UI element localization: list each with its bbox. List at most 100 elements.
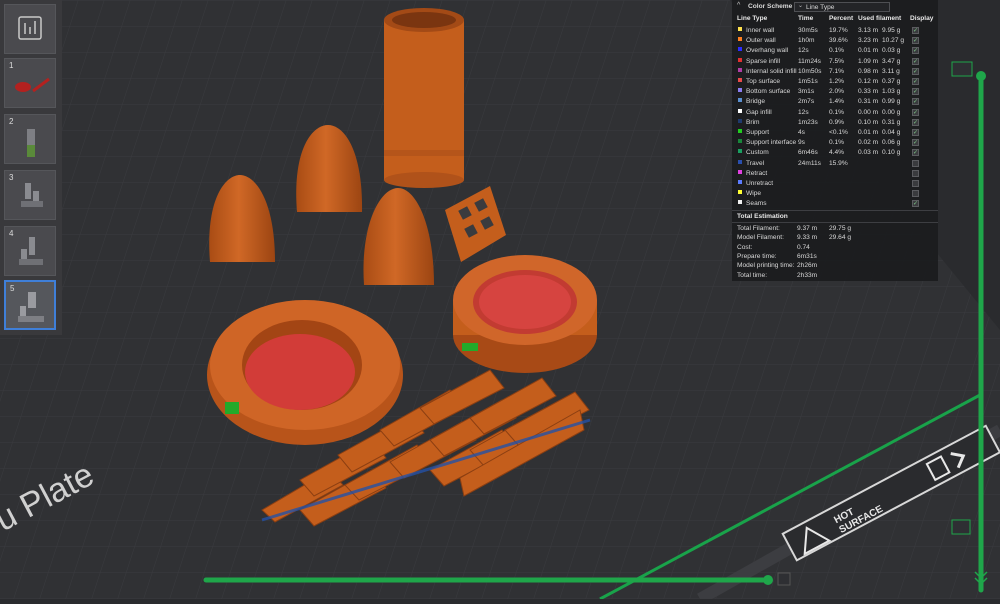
- display-checkbox[interactable]: [912, 169, 919, 177]
- display-checkbox[interactable]: ✓: [912, 47, 919, 55]
- move-slider-end-cap[interactable]: [777, 572, 791, 586]
- color-scheme-dropdown[interactable]: ⌄ Line Type: [794, 2, 890, 12]
- plate-thumbnail-1[interactable]: 1: [4, 58, 56, 108]
- line-type-percent: 7.5%: [829, 57, 845, 65]
- layer-range-slider[interactable]: [948, 60, 1000, 599]
- estimation-row: Model printing time: 2h26m: [737, 262, 937, 271]
- estimation-weight: 29.75 g: [829, 225, 851, 232]
- legend-row[interactable]: Bottom surface 3m1s 2.0% 0.33 m 1.03 g ✓: [732, 88, 938, 98]
- legend-row[interactable]: Overhang wall 12s 0.1% 0.01 m 0.03 g ✓: [732, 47, 938, 57]
- model-round-tray[interactable]: [453, 255, 597, 373]
- color-swatch: [738, 88, 742, 93]
- display-checkbox[interactable]: ✓: [912, 139, 919, 147]
- line-type-length: 0.12 m: [858, 78, 879, 85]
- slice-preview-button[interactable]: [4, 4, 56, 54]
- color-swatch: [738, 139, 742, 144]
- display-checkbox[interactable]: ✓: [912, 118, 919, 126]
- color-swatch: [738, 57, 742, 62]
- plate-thumbnail-5[interactable]: 5: [4, 280, 56, 330]
- legend-row[interactable]: Custom 6m46s 4.4% 0.03 m 0.10 g ✓: [732, 149, 938, 159]
- legend-row[interactable]: Gap infill 12s 0.1% 0.00 m 0.00 g ✓: [732, 108, 938, 119]
- move-progress-slider[interactable]: [200, 570, 800, 599]
- line-type-weight: 1.03 g: [882, 88, 901, 96]
- legend-row[interactable]: Bridge 2m7s 1.4% 0.31 m 0.99 g ✓: [732, 98, 938, 108]
- line-type-weight: 0.03 g: [882, 47, 901, 55]
- line-type-percent: 0.1%: [829, 139, 845, 147]
- plate-thumbnail-3[interactable]: 3: [4, 170, 56, 220]
- display-checkbox[interactable]: ✓: [912, 37, 919, 45]
- line-type-percent: <0.1%: [829, 129, 848, 136]
- display-checkbox[interactable]: [912, 159, 919, 167]
- line-type-name: Wipe: [746, 190, 762, 198]
- color-swatch: [738, 78, 742, 82]
- line-type-length: 0.01 m: [858, 47, 879, 55]
- display-checkbox[interactable]: ✓: [912, 57, 919, 65]
- display-checkbox[interactable]: [912, 190, 919, 198]
- legend-row[interactable]: Travel 24m11s 15.9%: [732, 159, 938, 170]
- line-type-weight: 3.11 g: [882, 67, 900, 75]
- plate-thumbnail-2[interactable]: 2: [4, 114, 56, 164]
- legend-row[interactable]: Inner wall 30m5s 19.7% 3.13 m 9.95 g ✓: [732, 27, 938, 37]
- color-swatch: [738, 159, 742, 164]
- line-type-weight: 9.95 g: [882, 27, 901, 34]
- display-checkbox[interactable]: ✓: [912, 149, 919, 157]
- legend-row[interactable]: Seams ✓: [732, 200, 938, 210]
- estimation-label: Prepare time:: [737, 252, 777, 260]
- model-flower-dish[interactable]: [207, 300, 403, 445]
- collapse-caret-icon[interactable]: ^: [737, 2, 740, 9]
- display-checkbox[interactable]: [912, 180, 919, 187]
- line-type-name: Support: [746, 129, 770, 136]
- line-type-time: 9s: [798, 139, 805, 147]
- display-checkbox[interactable]: ✓: [912, 27, 919, 34]
- line-type-name: Inner wall: [746, 27, 775, 34]
- display-checkbox[interactable]: ✓: [912, 129, 919, 136]
- legend-row[interactable]: Internal solid infill 10m50s 7.1% 0.98 m 3.1…: [732, 67, 938, 78]
- display-checkbox[interactable]: ✓: [912, 78, 919, 85]
- legend-row[interactable]: Wipe: [732, 190, 938, 200]
- move-slider-knob[interactable]: [763, 575, 773, 585]
- line-type-name: Seams: [746, 200, 767, 208]
- display-checkbox[interactable]: ✓: [912, 98, 919, 106]
- color-swatch: [738, 67, 742, 72]
- color-swatch: [738, 27, 742, 31]
- legend-header: ^ Color Scheme ⌄ Line Type: [732, 0, 938, 13]
- display-checkbox[interactable]: ✓: [912, 88, 919, 96]
- legend-row[interactable]: Outer wall 1h0m 39.6% 3.23 m 10.27 g ✓: [732, 37, 938, 47]
- line-type-length: 0.33 m: [858, 88, 879, 96]
- line-type-weight: 0.00 g: [882, 108, 901, 116]
- line-type-percent: 4.4%: [829, 149, 845, 157]
- display-checkbox[interactable]: ✓: [912, 200, 919, 208]
- top-layer-handle[interactable]: [951, 61, 973, 77]
- legend-row[interactable]: Support interface 9s 0.1% 0.02 m 0.06 g ✓: [732, 139, 938, 149]
- model-cylinder[interactable]: [384, 8, 464, 188]
- column-header-line-type: Line Type: [737, 15, 768, 22]
- estimation-row: Model Filament: 9.33 m 29.64 g: [737, 234, 937, 243]
- legend-row[interactable]: Support 4s <0.1% 0.01 m 0.04 g ✓: [732, 129, 938, 139]
- estimation-value: 2h33m: [797, 271, 818, 279]
- display-checkbox[interactable]: ✓: [912, 108, 919, 116]
- display-checkbox[interactable]: ✓: [912, 67, 919, 75]
- legend-row[interactable]: Top surface 1m51s 1.2% 0.12 m 0.37 g ✓: [732, 78, 938, 88]
- legend-row[interactable]: Brim 1m23s 0.9% 0.10 m 0.31 g ✓: [732, 118, 938, 129]
- line-type-length: 3.23 m: [858, 37, 879, 45]
- color-swatch: [738, 118, 742, 123]
- legend-row[interactable]: Retract: [732, 169, 938, 180]
- line-type-weight: 10.27 g: [882, 37, 904, 45]
- legend-row[interactable]: Unretract: [732, 180, 938, 190]
- total-estimation-title: Total Estimation: [737, 213, 788, 220]
- legend-row[interactable]: Sparse infill 11m24s 7.5% 1.09 m 3.47 g ✓: [732, 57, 938, 68]
- line-type-percent: 1.4%: [829, 98, 845, 106]
- line-type-weight: 0.06 g: [882, 139, 901, 147]
- line-type-length: 0.00 m: [858, 108, 879, 116]
- estimation-row: Prepare time: 6m31s: [737, 253, 937, 262]
- estimation-label: Cost:: [737, 243, 753, 251]
- line-type-length: 0.03 m: [858, 149, 879, 157]
- color-swatch: [738, 190, 742, 195]
- bottom-layer-handle[interactable]: [951, 519, 971, 535]
- line-type-time: 3m1s: [798, 88, 815, 96]
- estimation-label: Total Filament:: [737, 225, 780, 232]
- top-layer-knob[interactable]: [976, 71, 986, 81]
- line-type-time: 1h0m: [798, 37, 815, 45]
- color-swatch: [738, 108, 742, 113]
- plate-thumbnail-4[interactable]: 4: [4, 226, 56, 276]
